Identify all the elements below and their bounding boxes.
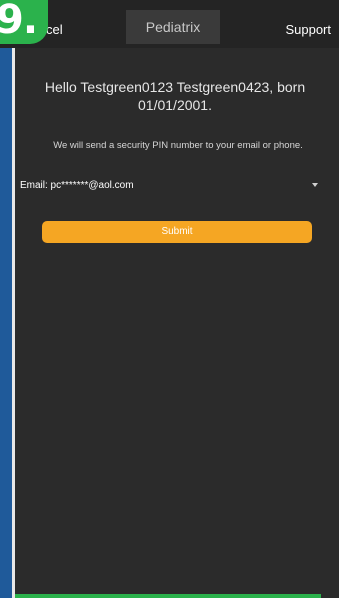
step-number: 9.: [0, 0, 38, 43]
left-stripe-inner: [12, 40, 15, 598]
dropdown-arrow-icon: [312, 183, 318, 187]
submit-button[interactable]: Submit: [42, 221, 312, 243]
email-select[interactable]: Email: pc*******@aol.com: [20, 180, 320, 196]
left-stripe: [0, 0, 12, 598]
pin-note-text: We will send a security PIN number to yo…: [53, 140, 303, 151]
app-title: Pediatrix: [126, 10, 220, 44]
cancel-button[interactable]: cel: [46, 22, 63, 37]
step-badge: 9.: [0, 0, 48, 44]
header-bar: cel Pediatrix Support: [0, 0, 339, 48]
bottom-accent-bar: [15, 594, 321, 598]
app-screen: cel Pediatrix Support 9. Hello Testgreen…: [0, 0, 339, 598]
support-button[interactable]: Support: [285, 22, 331, 37]
email-option-label: Email: pc*******@aol.com: [20, 180, 134, 191]
greeting-text: Hello Testgreen0123 Testgreen0423, born …: [44, 79, 306, 113]
